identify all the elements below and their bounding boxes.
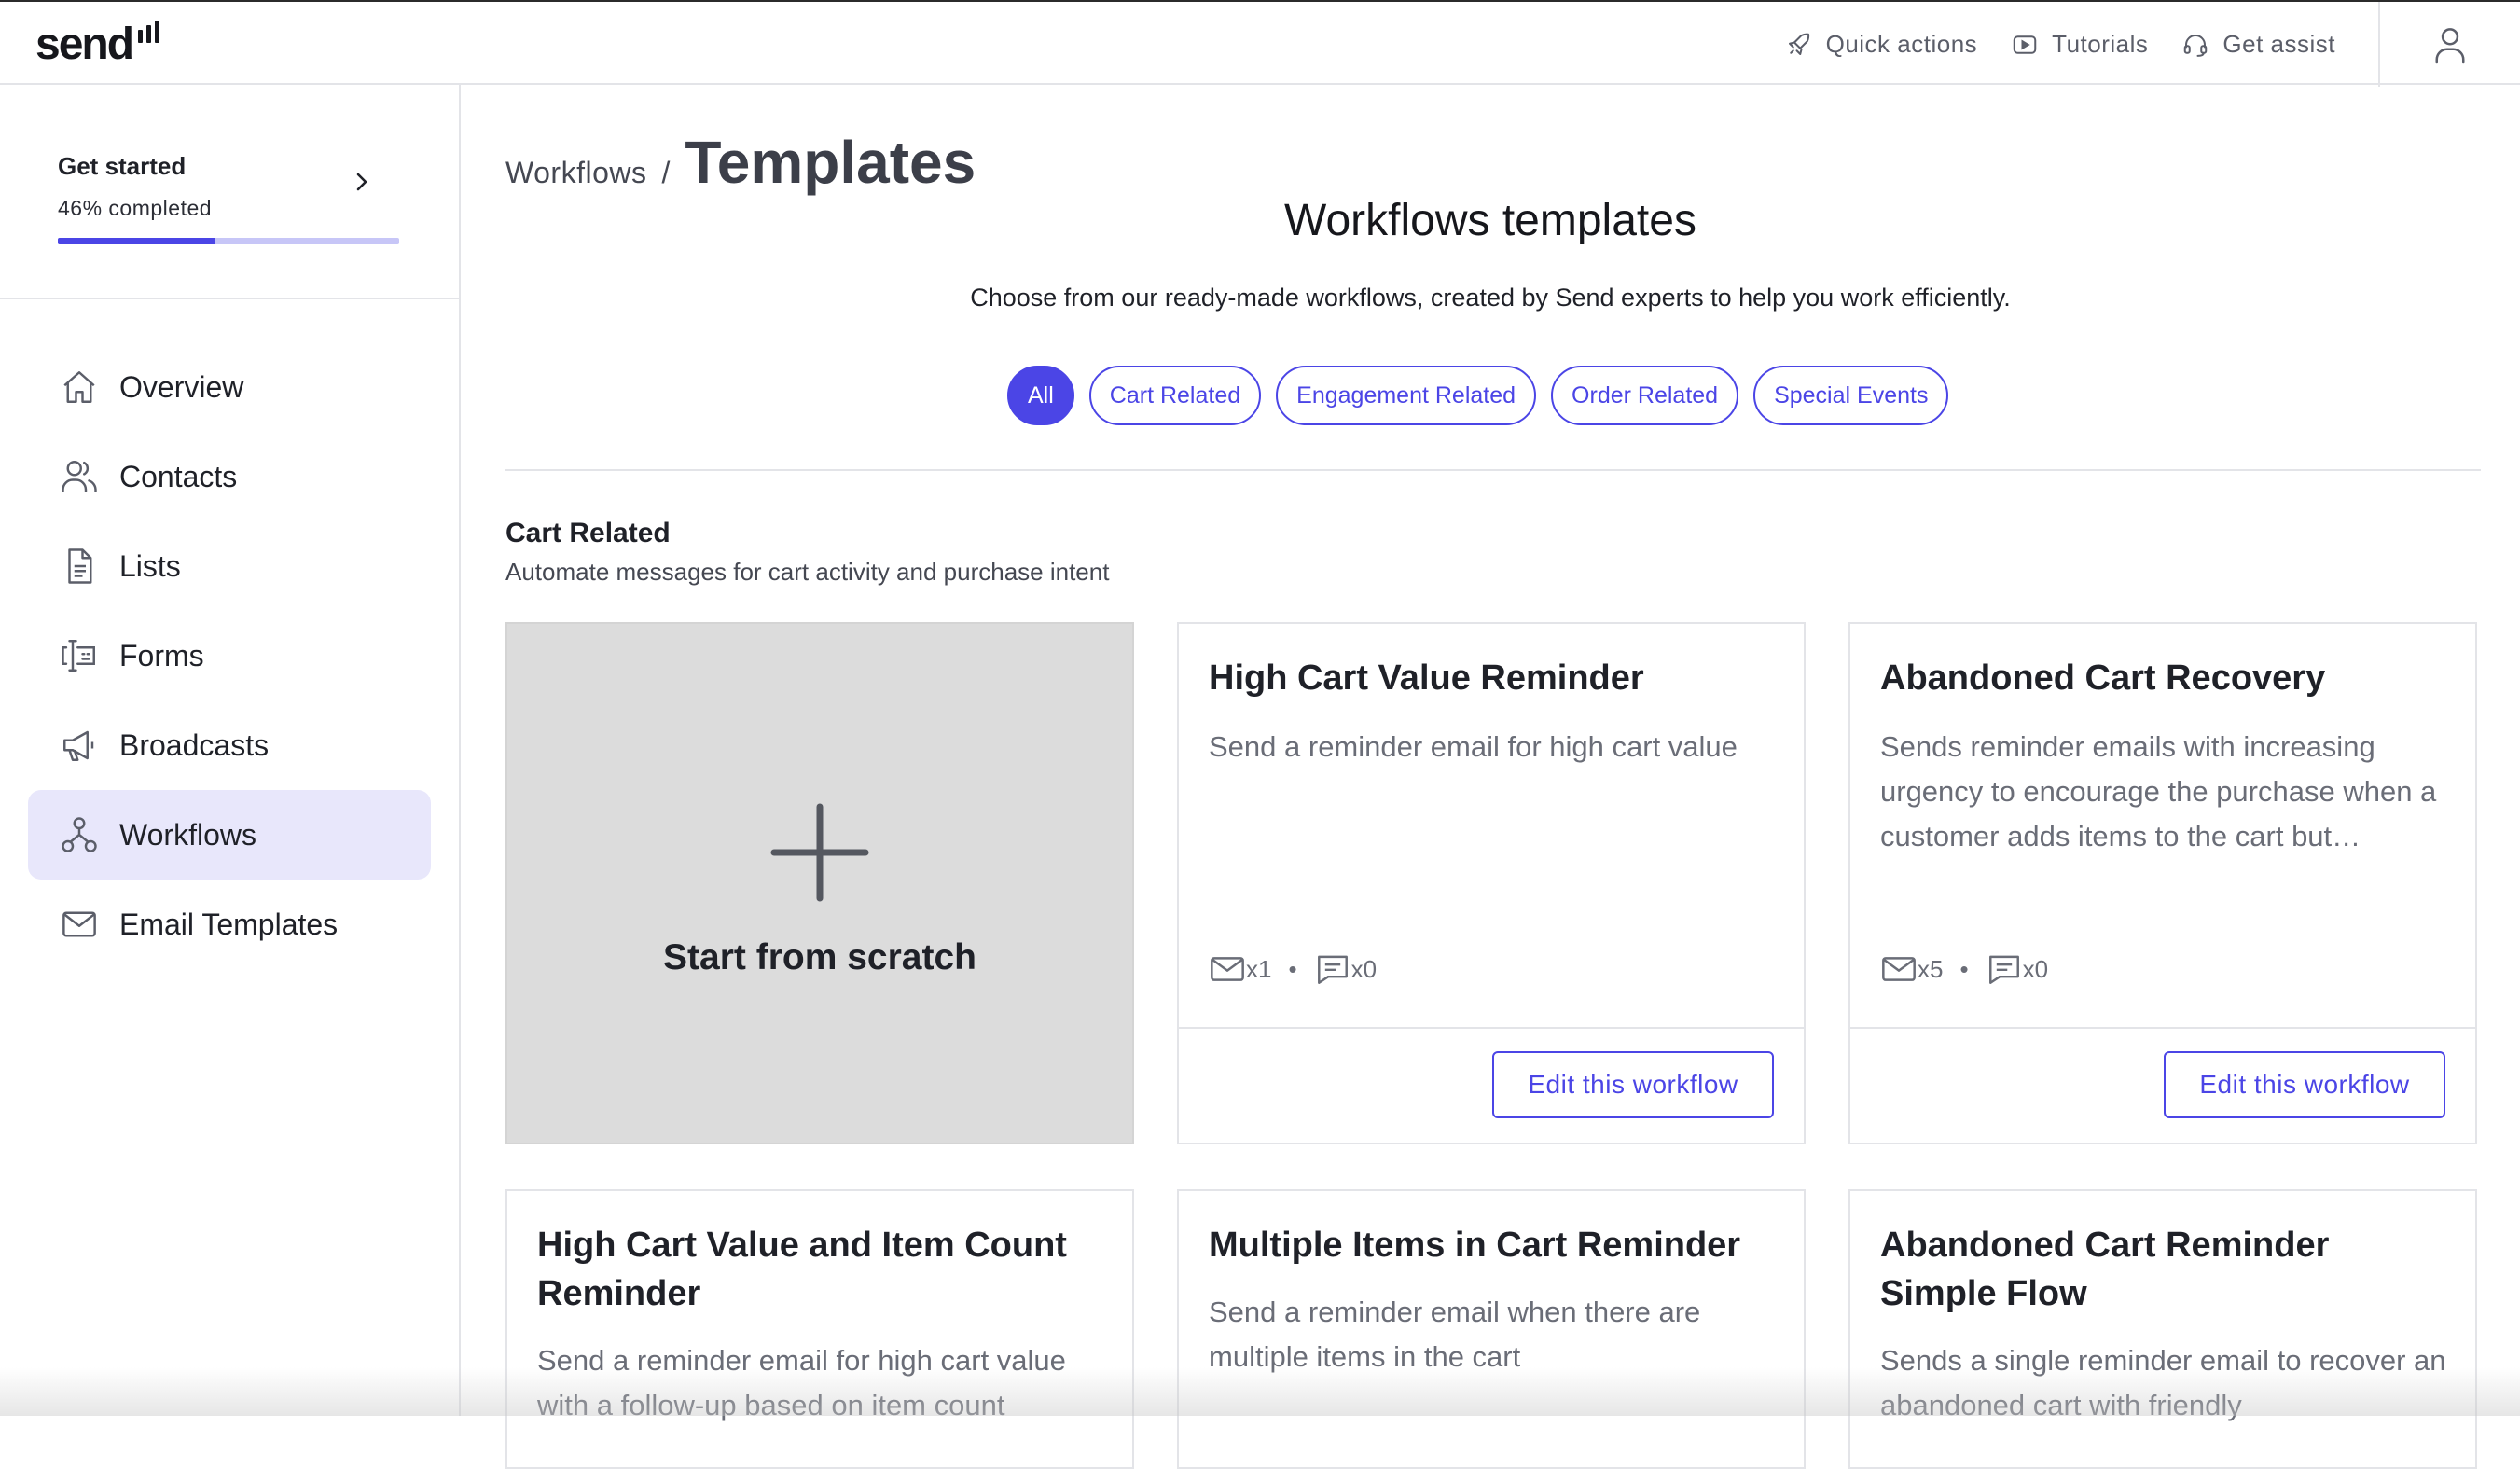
sidebar-item-overview[interactable]: Overview	[28, 342, 431, 432]
megaphone-icon	[63, 730, 94, 761]
template-card[interactable]: Multiple Items in Cart Reminder Send a r…	[1177, 1189, 1806, 1469]
play-icon	[2013, 35, 2037, 54]
mail-icon	[1882, 957, 1916, 981]
sidebar-nav: Overview Contacts Lists Forms Broadcasts	[28, 342, 431, 969]
breadcrumb-workflows-link[interactable]: Workflows	[505, 156, 646, 190]
template-card-title: Abandoned Cart Reminder Simple Flow	[1880, 1226, 2330, 1313]
sidebar-item-label: Broadcasts	[119, 728, 270, 762]
filter-chip-cart-related[interactable]: Cart Related	[1088, 366, 1262, 425]
main-content: Workflows / Templates Workflows template…	[461, 85, 2520, 1469]
get-assist-label: Get assist	[2222, 30, 2335, 58]
sms-count: x0	[2022, 954, 2049, 983]
template-card[interactable]: High Cart Value Reminder Send a reminder…	[1177, 622, 1806, 1144]
sms-count: x0	[1350, 954, 1378, 983]
template-card-title: Multiple Items in Cart Reminder	[1209, 1226, 1741, 1265]
edit-workflow-button[interactable]: Edit this workflow	[2164, 1051, 2445, 1118]
sidebar-item-forms[interactable]: Forms	[28, 611, 431, 700]
template-card-description: Send a reminder email for high cart valu…	[1209, 730, 1738, 763]
breadcrumb-separator: /	[661, 156, 671, 189]
user-icon	[2435, 27, 2465, 63]
get-started-progress-fill	[58, 238, 215, 244]
section-subtitle: Automate messages for cart activity and …	[505, 558, 1110, 586]
filter-chip-all[interactable]: All	[1007, 366, 1074, 425]
filter-chip-engagement-related[interactable]: Engagement Related	[1276, 366, 1537, 425]
quick-actions-label: Quick actions	[1825, 30, 1978, 58]
get-started-panel[interactable]: Get started 46% completed	[0, 85, 459, 299]
template-card-title: Abandoned Cart Recovery	[1880, 658, 2326, 698]
get-assist-button[interactable]: Get assist	[2181, 30, 2335, 59]
home-icon	[63, 371, 95, 403]
logo-text: send	[35, 20, 134, 69]
breadcrumb: Workflows / Templates	[505, 128, 976, 197]
sidebar-item-label: Forms	[119, 638, 204, 672]
templates-subheading: Choose from our ready-made workflows, cr…	[970, 284, 2011, 312]
quick-actions-button[interactable]: Quick actions	[1785, 30, 1978, 59]
sidebar-item-label: Workflows	[119, 817, 256, 852]
get-started-title: Get started	[58, 152, 187, 180]
template-card-description: Sends a single reminder email to recover…	[1880, 1344, 2446, 1421]
card-footer-divider	[1850, 1027, 2475, 1029]
sidebar-item-workflows[interactable]: Workflows	[28, 790, 431, 880]
section-title: Cart Related	[505, 518, 671, 548]
message-icon	[1988, 955, 2019, 984]
template-card-stats: x5 • x0	[1880, 952, 2048, 986]
templates-heading: Workflows templates	[1284, 196, 1696, 245]
sidebar-item-label: Contacts	[119, 459, 238, 493]
sidebar-item-label: Email Templates	[119, 907, 339, 941]
chevron-right-icon[interactable]	[351, 171, 373, 193]
edit-workflow-button[interactable]: Edit this workflow	[1492, 1051, 1774, 1118]
template-card-title: High Cart Value and Item Count Reminder	[537, 1226, 1067, 1313]
email-count: x1	[1246, 954, 1272, 983]
sidebar-item-label: Lists	[119, 548, 181, 583]
headset-icon	[2184, 34, 2208, 57]
start-from-scratch-label: Start from scratch	[663, 937, 976, 977]
sidebar-item-email-templates[interactable]: Email Templates	[28, 880, 431, 969]
mail-icon	[1211, 957, 1244, 981]
section-divider	[505, 469, 2481, 471]
template-card[interactable]: Abandoned Cart Recovery Sends reminder e…	[1848, 622, 2477, 1144]
template-card[interactable]: Abandoned Cart Reminder Simple Flow Send…	[1848, 1189, 2477, 1469]
form-icon	[62, 640, 95, 672]
top-bar: send Quick actions Tutorials Get assist	[0, 0, 2520, 87]
stats-separator: •	[1288, 954, 1297, 983]
template-card-description: Send a reminder email for high cart valu…	[537, 1344, 1066, 1421]
sidebar: Get started 46% completed Overview Conta…	[0, 85, 461, 1416]
card-footer-divider	[1179, 1027, 1804, 1029]
sidebar-item-label: Overview	[119, 369, 244, 404]
logo-bars-icon	[138, 21, 160, 43]
get-started-progress-bar	[58, 238, 399, 244]
template-card[interactable]: High Cart Value and Item Count Reminder …	[505, 1189, 1134, 1469]
sidebar-item-contacts[interactable]: Contacts	[28, 432, 431, 521]
workflow-icon	[62, 817, 97, 852]
message-icon	[1317, 955, 1348, 984]
document-icon	[68, 548, 92, 584]
template-card-description: Sends reminder emails with increasing ur…	[1880, 730, 2437, 852]
email-count: x5	[1918, 954, 1944, 983]
tutorials-button[interactable]: Tutorials	[2011, 30, 2148, 59]
sidebar-item-broadcasts[interactable]: Broadcasts	[28, 700, 431, 790]
mail-icon	[62, 911, 96, 937]
template-card-title: High Cart Value Reminder	[1209, 658, 1644, 698]
filter-chip-order-related[interactable]: Order Related	[1551, 366, 1739, 425]
profile-button[interactable]	[2380, 2, 2520, 87]
filter-chips: All Cart Related Engagement Related Orde…	[1007, 366, 1949, 425]
page-title: Templates	[685, 129, 976, 196]
stats-separator: •	[1959, 954, 1969, 983]
get-started-progress-text: 46% completed	[58, 196, 213, 220]
tutorials-label: Tutorials	[2052, 30, 2149, 58]
filter-chip-special-events[interactable]: Special Events	[1753, 366, 1949, 425]
top-actions: Quick actions Tutorials Get assist	[1785, 2, 2520, 87]
plus-icon	[770, 803, 869, 902]
rocket-icon	[1788, 33, 1809, 55]
template-card-description: Send a reminder email when there are mul…	[1209, 1296, 1701, 1373]
start-from-scratch-card[interactable]: Start from scratch	[505, 622, 1134, 1144]
contacts-icon	[62, 461, 97, 492]
send-logo[interactable]: send	[35, 19, 160, 70]
template-card-stats: x1 • x0	[1209, 952, 1377, 986]
sidebar-item-lists[interactable]: Lists	[28, 521, 431, 611]
